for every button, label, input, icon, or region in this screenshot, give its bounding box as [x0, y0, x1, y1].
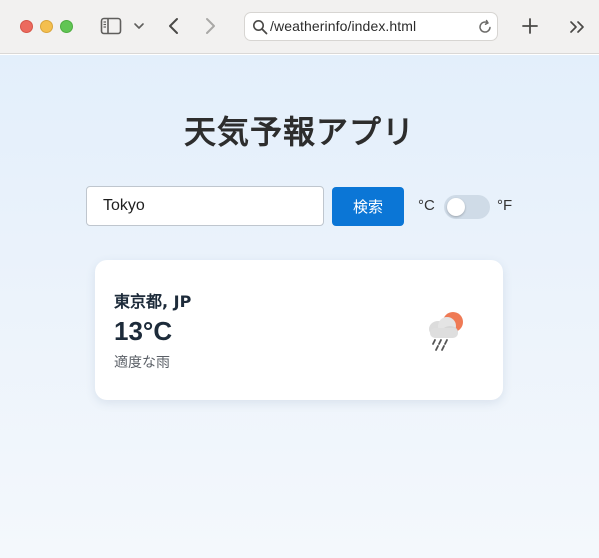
temperature: 13°C [114, 316, 173, 346]
reload-icon[interactable] [477, 19, 493, 35]
location-name: 東京都, JP [114, 292, 192, 311]
city-search-input[interactable] [86, 186, 324, 226]
page-content: 天気予報アプリ 検索 °C °F 東京都, JP 13°C 適度な雨 [0, 55, 599, 558]
double-chevron-right-icon[interactable] [566, 16, 588, 38]
sidebar-icon[interactable] [100, 17, 122, 35]
magnifier-icon [252, 19, 268, 35]
celsius-label: °C [418, 197, 435, 214]
unit-toggle[interactable] [444, 195, 490, 219]
search-button[interactable]: 検索 [332, 187, 404, 226]
plus-icon[interactable] [519, 14, 541, 38]
close-window-button[interactable] [20, 20, 33, 33]
minimize-window-button[interactable] [40, 20, 53, 33]
toggle-knob [447, 198, 465, 216]
fahrenheit-label: °F [497, 197, 513, 214]
chevron-right-icon[interactable] [200, 14, 220, 38]
browser-toolbar: /weatherinfo/index.html [0, 0, 599, 54]
weather-card: 東京都, JP 13°C 適度な雨 [95, 260, 503, 400]
address-bar[interactable]: /weatherinfo/index.html [244, 12, 498, 41]
chevron-left-icon[interactable] [164, 14, 184, 38]
app-title: 天気予報アプリ [183, 113, 415, 151]
weather-description: 適度な雨 [114, 355, 170, 371]
rain-cloud-sun-icon [419, 306, 469, 352]
address-text: /weatherinfo/index.html [270, 18, 417, 34]
chevron-down-icon[interactable] [132, 18, 146, 34]
zoom-window-button[interactable] [60, 20, 73, 33]
